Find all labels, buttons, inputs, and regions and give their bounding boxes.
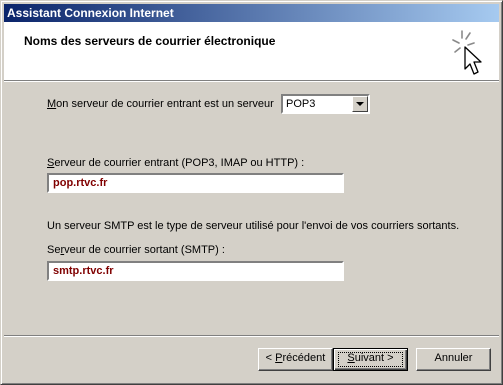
cancel-button[interactable]: Annuler bbox=[416, 348, 491, 371]
back-button[interactable]: < Précédent bbox=[258, 348, 333, 371]
outgoing-server-label: Serveur de courrier sortant (SMTP) : bbox=[47, 244, 225, 256]
header-separator bbox=[4, 80, 499, 82]
wizard-header: Noms des serveurs de courrier électroniq… bbox=[4, 22, 499, 80]
wizard-sparkle-cursor-icon bbox=[452, 30, 482, 75]
page-title: Noms des serveurs de courrier électroniq… bbox=[24, 34, 276, 48]
incoming-server-type-select[interactable]: POP3 bbox=[281, 94, 370, 114]
next-button[interactable]: Suivant > bbox=[333, 348, 408, 371]
wizard-window: Assistant Connexion Internet Noms des se… bbox=[0, 0, 503, 385]
incoming-server-label: Serveur de courrier entrant (POP3, IMAP … bbox=[47, 157, 305, 169]
incoming-type-label: Mon serveur de courrier entrant est un s… bbox=[47, 98, 274, 110]
title-bar[interactable]: Assistant Connexion Internet bbox=[4, 4, 499, 22]
focus-rectangle bbox=[338, 352, 403, 367]
incoming-server-type-value: POP3 bbox=[286, 98, 316, 110]
chevron-down-icon[interactable] bbox=[352, 96, 368, 112]
window-title: Assistant Connexion Internet bbox=[7, 6, 174, 20]
incoming-server-input[interactable]: pop.rtvc.fr bbox=[47, 173, 344, 193]
footer-separator bbox=[4, 335, 499, 337]
smtp-info-text: Un serveur SMTP est le type de serveur u… bbox=[47, 220, 460, 232]
outgoing-server-input[interactable]: smtp.rtvc.fr bbox=[47, 261, 344, 281]
